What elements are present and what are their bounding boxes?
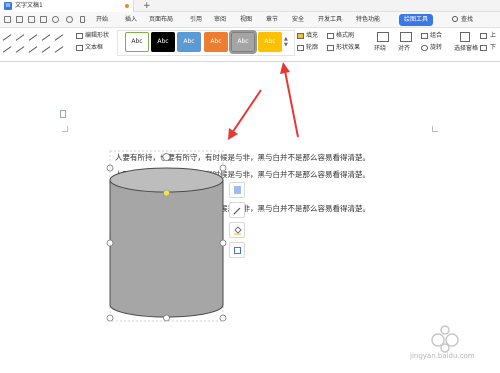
cylinder-top <box>109 167 224 193</box>
send-backward-button[interactable]: 下 <box>490 43 496 52</box>
send-backward-icon[interactable] <box>480 45 487 51</box>
edit-shape-icon[interactable] <box>76 33 83 39</box>
wrap-text-button[interactable]: 环绕 <box>374 44 386 53</box>
drawing-tools-ribbon: 编辑形状 文本框 Abc Abc Abc Abc Abc Abc ▲ ▼ 填充 格… <box>0 28 500 62</box>
paragraph-mark-icon <box>60 110 66 118</box>
format-painter-button[interactable]: 格式刷 <box>336 31 354 40</box>
quick-access-more-icon[interactable] <box>80 16 85 23</box>
edit-shape-button[interactable]: 编辑形状 <box>85 31 109 40</box>
paint-bucket-icon <box>234 226 242 235</box>
group-button[interactable]: 组合 <box>430 31 442 40</box>
watermark-text: jingyan.baidu.com <box>410 352 475 360</box>
menu-security[interactable]: 安全 <box>292 14 304 26</box>
rotate-button[interactable]: 旋转 <box>430 43 442 52</box>
menu-home[interactable]: 开始 <box>96 14 108 26</box>
outline-quick-button[interactable] <box>229 242 245 258</box>
selection-pane-button[interactable]: 选择窗格 <box>454 44 478 53</box>
menu-page-layout[interactable]: 页面布局 <box>149 14 173 26</box>
cylinder-shape[interactable] <box>100 148 234 328</box>
baidu-jingyan-watermark <box>431 325 459 353</box>
selection-pane-icon[interactable] <box>460 32 470 42</box>
align-button[interactable]: 对齐 <box>398 44 410 53</box>
wrap-text-icon[interactable] <box>377 32 389 42</box>
unsaved-dot-icon <box>125 4 129 8</box>
fill-quick-button[interactable] <box>229 222 245 238</box>
resize-handle-bm <box>163 314 170 322</box>
outline-button[interactable]: 轮廓 <box>306 43 318 52</box>
align-icon[interactable] <box>400 32 412 42</box>
shape-lines-gallery[interactable] <box>2 31 64 59</box>
search-icon[interactable] <box>452 16 458 22</box>
redo-icon[interactable] <box>66 16 73 23</box>
menu-developer[interactable]: 开发工具 <box>318 14 342 26</box>
layout-options-button[interactable] <box>229 182 245 198</box>
shape-style-6[interactable]: Abc <box>258 32 282 52</box>
layout-options-icon <box>234 186 241 194</box>
text-box-button[interactable]: 文本框 <box>85 43 103 52</box>
pen-icon <box>233 207 241 215</box>
shape-style-5[interactable]: Abc <box>229 30 257 54</box>
print-preview-icon[interactable] <box>40 16 47 23</box>
format-painter-icon[interactable] <box>327 33 334 39</box>
menu-bar: 开始 插入 页面布局 引用 审阅 视图 章节 安全 开发工具 特色功能 绘图工具… <box>0 12 500 28</box>
cylinder-body <box>109 179 224 318</box>
menu-hamburger-icon[interactable] <box>4 16 11 23</box>
document-title: 文字文稿1 <box>15 2 43 9</box>
fill-button[interactable]: 填充 <box>306 31 318 40</box>
shape-style-3[interactable]: Abc <box>177 32 201 52</box>
resize-handle-bl <box>106 314 114 322</box>
undo-icon[interactable] <box>52 16 59 23</box>
shape-style-4[interactable]: Abc <box>204 32 228 52</box>
bring-forward-icon[interactable] <box>480 33 487 39</box>
menu-find[interactable]: 查找 <box>461 14 473 26</box>
resize-handle-br <box>219 314 227 322</box>
print-icon[interactable] <box>28 16 35 23</box>
word-processor-window: { "titlebar": { "doc_icon": "W", "doc_ti… <box>0 0 500 373</box>
margin-corner-top-right <box>432 126 438 132</box>
adjust-handle <box>163 189 170 197</box>
text-box-icon[interactable] <box>76 45 83 51</box>
menu-view[interactable]: 视图 <box>240 14 252 26</box>
document-tab[interactable]: W 文字文稿1 <box>0 0 134 12</box>
outline-square-icon <box>234 247 241 254</box>
menu-chapter[interactable]: 章节 <box>266 14 278 26</box>
margin-corner-top-left <box>62 126 68 132</box>
gallery-scroll-icon[interactable]: ▲ ▼ <box>284 36 290 50</box>
outline-icon[interactable] <box>297 45 304 51</box>
menu-drawing-tools[interactable]: 绘图工具 <box>399 14 434 26</box>
menu-review[interactable]: 审阅 <box>214 14 226 26</box>
rotate-icon[interactable] <box>421 45 428 51</box>
group-icon[interactable] <box>421 33 428 39</box>
menu-insert[interactable]: 插入 <box>125 14 137 26</box>
shape-style-1[interactable]: Abc <box>125 32 149 52</box>
shape-effects-icon[interactable] <box>327 45 334 51</box>
resize-handle-ml <box>106 239 114 247</box>
shape-effects-button[interactable]: 形状效果 <box>336 43 360 52</box>
shape-style-2[interactable]: Abc <box>151 32 175 52</box>
resize-handle-tr <box>219 164 227 172</box>
fill-icon[interactable] <box>297 33 304 39</box>
writer-doc-icon: W <box>4 2 12 10</box>
resize-handle-mr <box>219 239 227 247</box>
bring-forward-button[interactable]: 上 <box>490 31 496 40</box>
menu-references[interactable]: 引用 <box>190 14 202 26</box>
tab-bar: W 文字文稿1 + <box>0 0 500 12</box>
menu-special-features[interactable]: 特色功能 <box>356 14 380 26</box>
new-tab-button[interactable]: + <box>143 0 151 12</box>
resize-handle-tl <box>106 164 114 172</box>
save-icon[interactable] <box>16 16 23 23</box>
rotate-handle <box>162 153 171 161</box>
edit-shape-quick-button[interactable] <box>229 202 245 218</box>
